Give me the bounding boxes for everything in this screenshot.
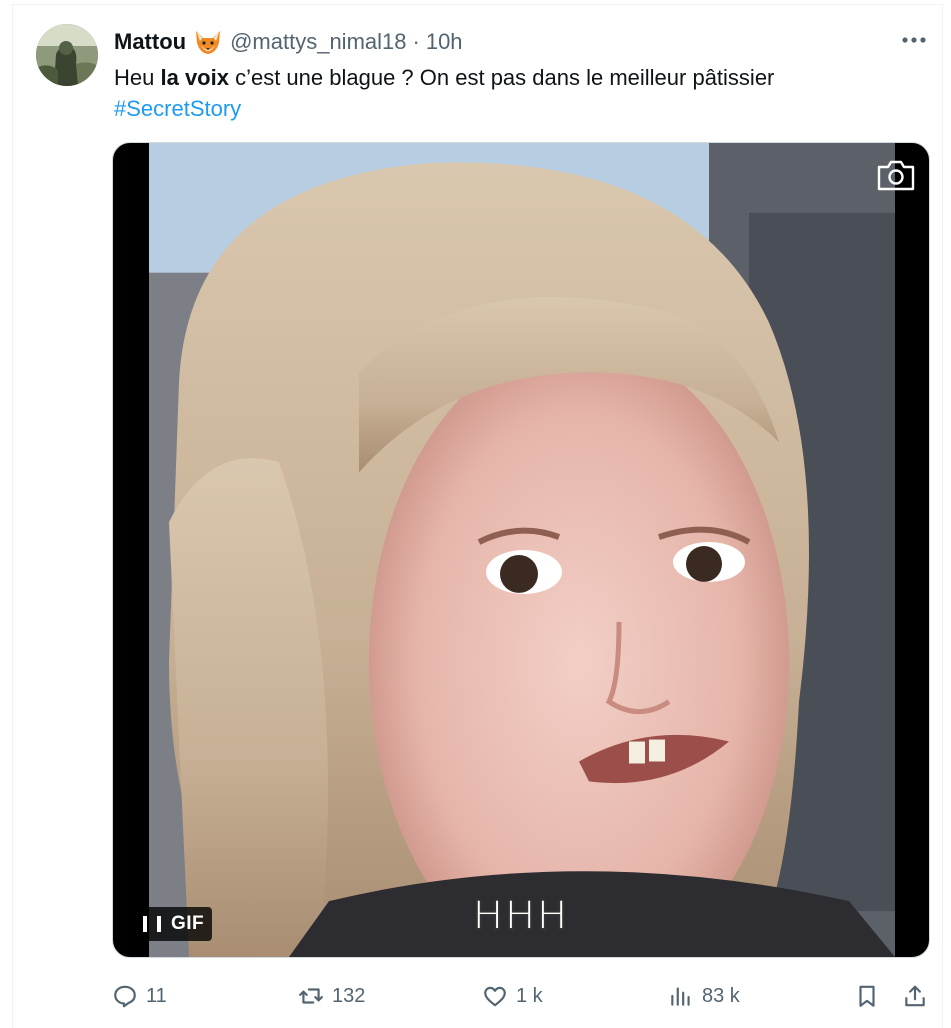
like-count: 1 k bbox=[516, 984, 543, 1007]
views-icon bbox=[671, 987, 690, 1006]
tweet-actions: 11 132 1 k 83 k bbox=[112, 978, 930, 1014]
avatar[interactable] bbox=[36, 24, 98, 86]
retweet-count: 132 bbox=[332, 984, 366, 1007]
gif-subtitle: HHH bbox=[472, 892, 570, 940]
gif-image[interactable] bbox=[149, 143, 895, 957]
views-button[interactable]: 83 k bbox=[668, 978, 740, 1014]
timestamp[interactable]: 10h bbox=[426, 29, 463, 55]
tweet-text: Heu la voix c’est une blague ? On est pa… bbox=[114, 62, 914, 124]
fox-emoji-icon bbox=[194, 29, 222, 55]
pause-icon[interactable] bbox=[143, 915, 161, 933]
retweet-button[interactable]: 132 bbox=[298, 978, 365, 1014]
retweet-icon bbox=[299, 988, 323, 1004]
views-count: 83 k bbox=[702, 984, 740, 1007]
bookmark-icon bbox=[859, 985, 875, 1007]
tweet-text-part2: c’est une blague ? On est pas dans le me… bbox=[228, 65, 775, 90]
tweet-media[interactable]: HHH GIF bbox=[112, 142, 930, 958]
gif-badge[interactable]: GIF bbox=[135, 907, 213, 941]
separator-dot: · bbox=[412, 29, 420, 54]
reply-button[interactable]: 11 bbox=[112, 978, 167, 1014]
share-button[interactable] bbox=[902, 978, 928, 1014]
tweet-header: Mattou @mattys_nimal18 · 10h bbox=[114, 28, 463, 56]
reply-icon bbox=[114, 985, 136, 1008]
gif-label: GIF bbox=[171, 913, 205, 934]
author-name[interactable]: Mattou bbox=[114, 29, 186, 55]
author-handle[interactable]: @mattys_nimal18 bbox=[230, 29, 406, 55]
heart-icon bbox=[484, 986, 506, 1007]
like-button[interactable]: 1 k bbox=[482, 978, 543, 1014]
tweet-text-part1: Heu bbox=[114, 65, 161, 90]
camera-icon[interactable] bbox=[875, 157, 917, 193]
tweet-text-bold: la voix bbox=[160, 65, 229, 90]
share-icon bbox=[905, 985, 925, 1007]
hashtag-link[interactable]: #SecretStory bbox=[114, 93, 914, 124]
bookmark-button[interactable] bbox=[854, 978, 880, 1014]
reply-count: 11 bbox=[146, 984, 167, 1007]
more-icon[interactable] bbox=[899, 28, 929, 52]
